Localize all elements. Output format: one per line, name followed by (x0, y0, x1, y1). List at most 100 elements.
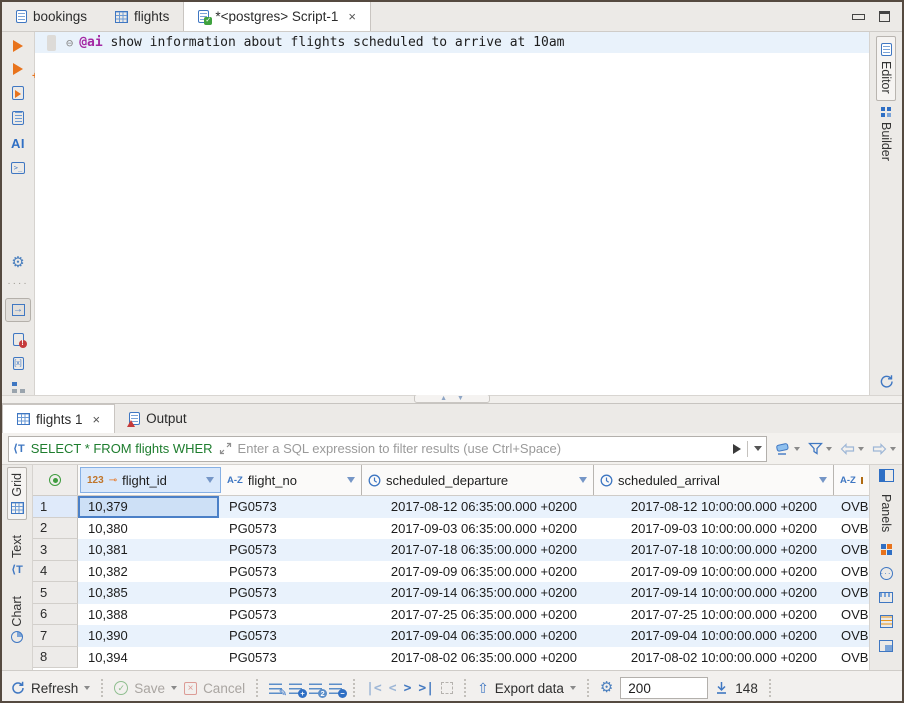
scheduled-departure-cell[interactable]: 2017-08-12 06:35:00.000 +0200 (359, 496, 591, 518)
scheduled-arrival-cell[interactable]: 2017-07-18 10:00:00.000 +0200 (591, 539, 831, 561)
scheduled-arrival-cell[interactable]: 2017-09-04 10:00:00.000 +0200 (591, 625, 831, 647)
cancel-button[interactable]: × Cancel (184, 681, 245, 696)
scheduled-arrival-cell[interactable]: 2017-07-25 10:00:00.000 +0200 (591, 604, 831, 626)
minimize-icon[interactable] (852, 14, 865, 20)
value-viewer-panel-icon[interactable]: ··· (880, 567, 893, 580)
splitter-handle[interactable]: ▲ ▼ (414, 394, 490, 403)
flight-id-cell[interactable]: 10,388 (78, 604, 219, 626)
row-number-cell[interactable]: 2 (33, 518, 78, 540)
error-log-icon[interactable]: ! (13, 333, 24, 346)
xml-view-icon[interactable]: [x] (13, 357, 24, 370)
references-panel-icon[interactable] (880, 615, 893, 628)
row-number-cell[interactable]: 3 (33, 539, 78, 561)
flight-no-cell[interactable]: PG0573 (219, 625, 359, 647)
explain-plan-icon[interactable] (12, 381, 25, 394)
row-number-cell[interactable]: 8 (33, 647, 78, 669)
row-number-cell[interactable]: 6 (33, 604, 78, 626)
flight-id-cell[interactable]: 10,385 (78, 582, 219, 604)
editor-line-1[interactable]: ⊖ @ai show information about flights sch… (35, 32, 869, 53)
flight-no-cell[interactable]: PG0573 (219, 582, 359, 604)
calc-panel-icon[interactable] (881, 544, 892, 555)
tab-editor-vertical[interactable]: Editor (876, 36, 896, 101)
save-caret-icon[interactable] (171, 686, 177, 690)
scheduled-departure-cell[interactable]: 2017-09-14 06:35:00.000 +0200 (359, 582, 591, 604)
next-page-button[interactable]: > (404, 681, 412, 696)
row-number-cell[interactable]: 1 (33, 496, 78, 518)
column-header-flight-no[interactable]: A-Z flight_no (221, 465, 361, 495)
flight-no-cell[interactable]: PG0573 (219, 604, 359, 626)
tab-bookings[interactable]: bookings (2, 2, 101, 31)
focus-value-icon[interactable] (441, 682, 453, 694)
departure-airport-cell[interactable]: OVB (831, 561, 869, 583)
edit-cell-icon[interactable]: ✎ (269, 683, 282, 694)
tab-grid-view[interactable]: Grid (7, 467, 27, 520)
flight-id-cell[interactable]: 10,379 (78, 496, 219, 518)
nav-back-button[interactable] (840, 443, 864, 455)
filters-menu-caret-icon[interactable] (826, 447, 832, 451)
scheduled-departure-cell[interactable]: 2017-09-04 06:35:00.000 +0200 (359, 625, 591, 647)
result-settings-gear-icon[interactable]: ⚙ (600, 681, 613, 695)
scheduled-departure-cell[interactable]: 2017-07-25 06:35:00.000 +0200 (359, 604, 591, 626)
departure-airport-cell[interactable]: OVB (831, 582, 869, 604)
scheduled-arrival-cell[interactable]: 2017-08-02 10:00:00.000 +0200 (591, 647, 831, 669)
apply-filter-icon[interactable] (733, 444, 741, 454)
column-header-flight-id[interactable]: 123 ⊸ flight_id (80, 467, 221, 493)
departure-airport-cell[interactable]: OVB (831, 625, 869, 647)
tab-builder-vertical[interactable]: Builder (877, 101, 895, 167)
sort-dropdown-icon[interactable] (579, 477, 587, 483)
row-number-cell[interactable]: 5 (33, 582, 78, 604)
column-header-departure-airport[interactable]: A-Z d (833, 465, 869, 495)
prev-page-button[interactable]: < (389, 681, 397, 696)
tab-chart-view[interactable]: Chart (8, 591, 26, 649)
flight-no-cell[interactable]: PG0573 (219, 647, 359, 669)
scheduled-departure-cell[interactable]: 2017-09-09 06:35:00.000 +0200 (359, 561, 591, 583)
scheduled-arrival-cell[interactable]: 2017-09-03 10:00:00.000 +0200 (591, 518, 831, 540)
export-data-button[interactable]: ⇧ Export data (477, 681, 576, 696)
flight-no-cell[interactable]: PG0573 (219, 518, 359, 540)
nav-back-caret-icon[interactable] (858, 447, 864, 451)
sort-dropdown-icon[interactable] (206, 477, 214, 483)
settings-gear-icon[interactable]: ⚙ (11, 256, 24, 270)
sql-console-icon[interactable]: >_ (11, 162, 25, 174)
tab-close-icon[interactable]: × (348, 9, 356, 24)
tab-flights[interactable]: flights (101, 2, 183, 31)
result-tab-close-icon[interactable]: × (93, 412, 101, 427)
delete-row-icon[interactable]: − (329, 683, 342, 694)
last-page-button[interactable]: >| (418, 681, 434, 696)
aggregate-panel-icon[interactable] (879, 592, 893, 603)
flight-id-cell[interactable]: 10,390 (78, 625, 219, 647)
first-page-button[interactable]: |< (366, 681, 382, 696)
flight-id-cell[interactable]: 10,382 (78, 561, 219, 583)
flight-id-cell[interactable]: 10,381 (78, 539, 219, 561)
column-header-scheduled-arrival[interactable]: scheduled_arrival (593, 465, 833, 495)
nav-forward-button[interactable] (872, 443, 896, 455)
export-caret-icon[interactable] (570, 686, 576, 690)
auto-refresh-icon[interactable] (879, 374, 894, 389)
row-number-cell[interactable]: 7 (33, 625, 78, 647)
scheduled-departure-cell[interactable]: 2017-07-18 06:35:00.000 +0200 (359, 539, 591, 561)
tab-flights-1[interactable]: flights 1 × (2, 404, 115, 433)
flight-id-cell[interactable]: 10,394 (78, 647, 219, 669)
departure-airport-cell[interactable]: OVB (831, 518, 869, 540)
fold-collapse-icon[interactable]: ⊖ (66, 36, 73, 50)
sort-dropdown-icon[interactable] (347, 477, 355, 483)
fetch-all-icon[interactable] (715, 681, 728, 695)
departure-airport-cell[interactable]: OVB (831, 539, 869, 561)
row-number-cell[interactable]: 4 (33, 561, 78, 583)
collapse-down-icon[interactable]: ▼ (457, 396, 464, 402)
scheduled-departure-cell[interactable]: 2017-08-02 06:35:00.000 +0200 (359, 647, 591, 669)
add-row-icon[interactable]: + (289, 683, 302, 694)
departure-airport-cell[interactable]: OVB (831, 647, 869, 669)
expand-filter-icon[interactable] (219, 442, 232, 455)
execute-script-icon[interactable] (12, 86, 24, 100)
scheduled-arrival-cell[interactable]: 2017-09-09 10:00:00.000 +0200 (591, 561, 831, 583)
editor-results-splitter[interactable]: ▲ ▼ (2, 395, 902, 404)
sql-editor[interactable]: ⊖ @ai show information about flights sch… (35, 32, 869, 395)
panels-toggle-icon[interactable] (879, 469, 894, 482)
duplicate-row-icon[interactable]: 2 (309, 683, 322, 694)
scheduled-departure-cell[interactable]: 2017-09-03 06:35:00.000 +0200 (359, 518, 591, 540)
column-header-scheduled-departure[interactable]: scheduled_departure (361, 465, 593, 495)
ai-assistant-icon[interactable]: AI (11, 136, 25, 151)
sort-dropdown-icon[interactable] (819, 477, 827, 483)
nav-forward-caret-icon[interactable] (890, 447, 896, 451)
